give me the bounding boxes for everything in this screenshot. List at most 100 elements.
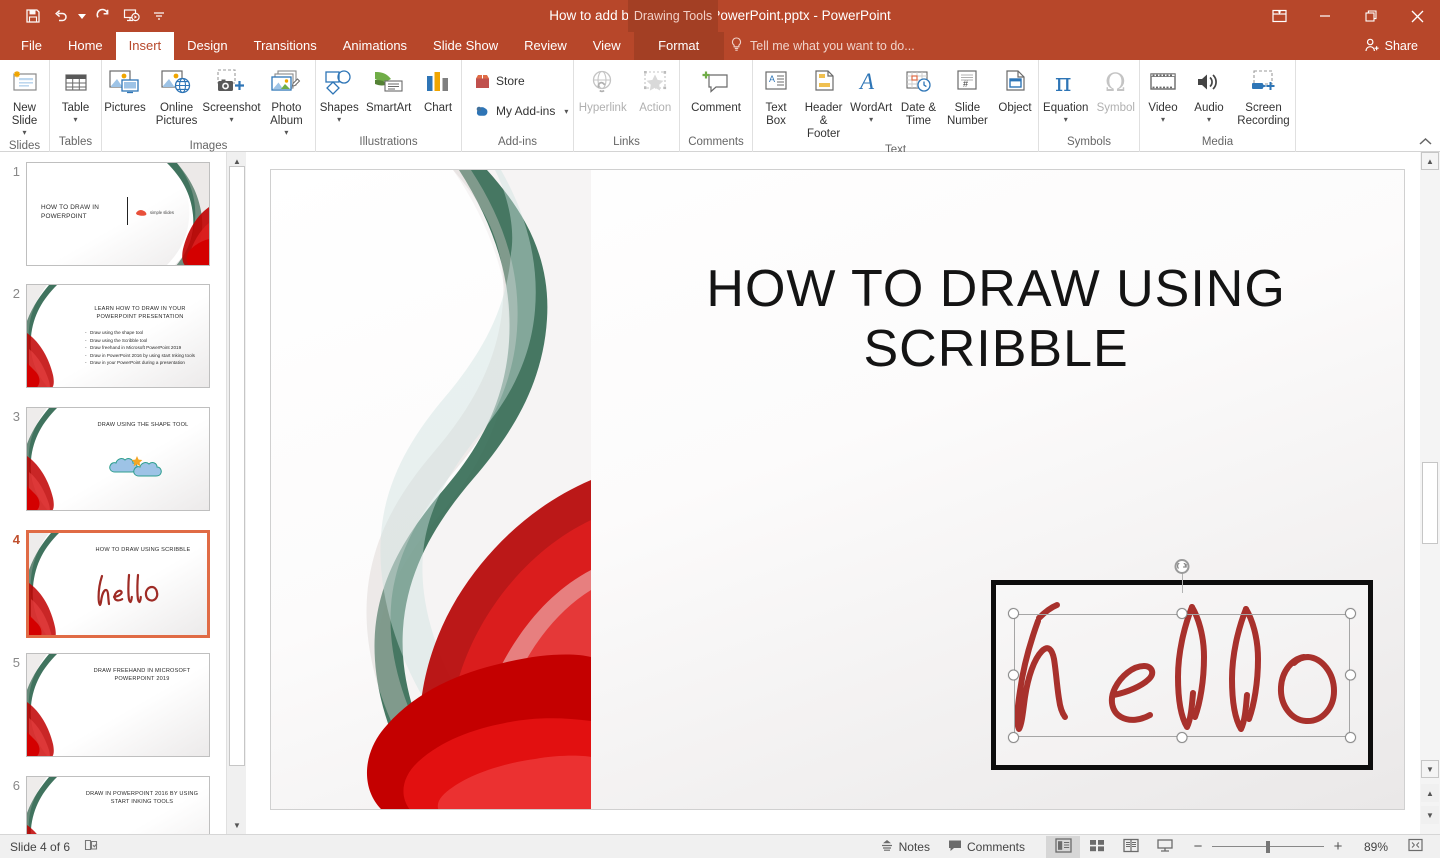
rotation-handle[interactable] — [1174, 559, 1190, 574]
resize-handle-bottom-left[interactable] — [1008, 732, 1019, 743]
slide-sorter-button[interactable] — [1080, 836, 1114, 858]
resize-handle-bottom-right[interactable] — [1345, 732, 1356, 743]
table-button[interactable]: Table ▾ — [53, 64, 99, 124]
screenshot-button[interactable]: Screenshot ▾ — [202, 64, 261, 124]
tab-design[interactable]: Design — [174, 32, 240, 60]
chevron-down-icon[interactable]: ▾ — [22, 129, 26, 137]
scribble-textbox[interactable] — [991, 559, 1373, 770]
reading-view-button[interactable] — [1114, 836, 1148, 858]
tab-view[interactable]: View — [580, 32, 634, 60]
action-button[interactable]: Action — [632, 64, 678, 115]
notes-button[interactable]: Notes — [871, 835, 939, 858]
slide-number-button[interactable]: # Slide Number — [943, 64, 992, 128]
scrollbar-thumb[interactable] — [229, 166, 245, 766]
smartart-button[interactable]: SmartArt — [362, 64, 415, 115]
normal-view-button[interactable] — [1046, 835, 1080, 858]
tab-slide-show[interactable]: Slide Show — [420, 32, 511, 60]
share-button[interactable]: Share — [1357, 35, 1426, 57]
scroll-down-icon[interactable]: ▼ — [1421, 760, 1439, 778]
zoom-in-button[interactable]: + — [1332, 838, 1344, 855]
thumbnail-scrollbar[interactable]: ▲ ▼ — [226, 152, 246, 834]
comments-button[interactable]: Comments — [939, 835, 1034, 858]
thumbnail-slide-5[interactable]: 5 DRAW FREEHAND IN MICROSOFT POWERPOINT … — [0, 653, 226, 757]
chevron-down-icon[interactable]: ▾ — [229, 116, 233, 124]
chevron-down-icon[interactable]: ▾ — [1207, 116, 1211, 124]
equation-button[interactable]: π Equation ▾ — [1039, 64, 1092, 124]
chevron-down-icon[interactable]: ▾ — [564, 107, 568, 116]
store-button[interactable]: Store — [470, 68, 529, 94]
symbol-button[interactable]: Ω Symbol — [1093, 64, 1139, 115]
header-footer-button[interactable]: Header & Footer — [799, 64, 848, 141]
scroll-up-icon[interactable]: ▲ — [1421, 152, 1439, 170]
zoom-level[interactable]: 89% — [1352, 840, 1388, 854]
date-time-button[interactable]: Date & Time — [894, 64, 943, 128]
pictures-button[interactable]: Pictures — [102, 64, 148, 115]
screen-recording-button[interactable]: Screen Recording — [1232, 64, 1295, 128]
customize-qat-icon[interactable] — [146, 3, 172, 29]
next-slide-icon[interactable]: ▼ — [1421, 806, 1439, 824]
tab-file[interactable]: File — [8, 32, 55, 60]
resize-handle-top-right[interactable] — [1345, 608, 1356, 619]
slide-thumbnail-pane[interactable]: 1 HOW TO DRAW IN POWERPOINT simple slide… — [0, 152, 226, 834]
photo-album-button[interactable]: Photo Album ▾ — [258, 64, 315, 137]
tab-insert[interactable]: Insert — [115, 32, 175, 60]
resize-handle-bottom-center[interactable] — [1176, 732, 1188, 743]
comment-button[interactable]: Comment — [687, 64, 745, 115]
undo-dropdown-icon[interactable] — [76, 3, 88, 29]
object-button[interactable]: Object — [992, 64, 1038, 115]
resize-handle-top-center[interactable] — [1176, 608, 1188, 619]
chevron-down-icon[interactable]: ▾ — [337, 116, 341, 124]
tab-animations[interactable]: Animations — [330, 32, 420, 60]
resize-handle-middle-right[interactable] — [1345, 669, 1356, 681]
slide-title[interactable]: HOW TO DRAW USING SCRIBBLE — [634, 259, 1359, 379]
text-box-button[interactable]: A Text Box — [753, 64, 799, 128]
tab-review[interactable]: Review — [511, 32, 580, 60]
chevron-down-icon[interactable]: ▾ — [284, 129, 288, 137]
collapse-ribbon-icon[interactable] — [1419, 135, 1432, 149]
shapes-button[interactable]: Shapes ▾ — [316, 64, 362, 124]
fit-to-window-button[interactable] — [1398, 836, 1432, 858]
chevron-down-icon[interactable]: ▾ — [1064, 116, 1068, 124]
resize-handle-top-left[interactable] — [1008, 608, 1019, 619]
zoom-out-button[interactable]: − — [1192, 838, 1204, 855]
scrollbar-thumb[interactable] — [1422, 462, 1438, 544]
resize-handle-middle-left[interactable] — [1008, 669, 1019, 681]
slide-show-button[interactable] — [1148, 836, 1182, 858]
thumbnail-slide-6[interactable]: 6 DRAW IN POWERPOINT 2016 BY USING START… — [0, 776, 226, 834]
chevron-down-icon[interactable]: ▾ — [869, 116, 873, 124]
thumbnail-slide-1[interactable]: 1 HOW TO DRAW IN POWERPOINT simple slide… — [0, 162, 226, 266]
current-slide-canvas[interactable]: HOW TO DRAW USING SCRIBBLE — [270, 169, 1405, 810]
restore-icon[interactable] — [1348, 0, 1394, 32]
ribbon-display-options-icon[interactable] — [1256, 0, 1302, 32]
video-button[interactable]: Video ▾ — [1140, 64, 1186, 124]
slide-indicator[interactable]: Slide 4 of 6 — [10, 840, 70, 854]
redo-icon[interactable] — [90, 3, 116, 29]
chevron-down-icon[interactable]: ▾ — [73, 116, 77, 124]
online-pictures-button[interactable]: Online Pictures — [148, 64, 205, 128]
start-from-beginning-icon[interactable] — [118, 3, 144, 29]
wordart-button[interactable]: A WordArt ▾ — [848, 64, 894, 124]
tab-format[interactable]: Format — [633, 32, 724, 60]
tell-me-search[interactable]: Tell me what you want to do... — [730, 32, 915, 60]
undo-icon[interactable] — [48, 3, 74, 29]
zoom-slider-knob[interactable] — [1266, 840, 1270, 853]
chart-button[interactable]: Chart — [415, 64, 461, 115]
accessibility-icon[interactable] — [84, 838, 99, 855]
my-addins-button[interactable]: My Add-ins ▾ — [470, 98, 572, 124]
tab-transitions[interactable]: Transitions — [241, 32, 330, 60]
chevron-down-icon[interactable]: ▾ — [1161, 116, 1165, 124]
thumbnail-slide-3[interactable]: 3 DRAW USING THE SHAPE TOOL — [0, 407, 226, 511]
save-icon[interactable] — [20, 3, 46, 29]
slide-pane-scrollbar[interactable]: ▲ ▼ ▲ ▼ — [1420, 152, 1440, 834]
minimize-icon[interactable] — [1302, 0, 1348, 32]
zoom-slider[interactable] — [1212, 840, 1324, 853]
audio-button[interactable]: Audio ▾ — [1186, 64, 1232, 124]
new-slide-button[interactable]: New Slide ▾ — [0, 64, 49, 137]
previous-slide-icon[interactable]: ▲ — [1421, 784, 1439, 802]
tab-home[interactable]: Home — [55, 32, 116, 60]
close-icon[interactable] — [1394, 0, 1440, 32]
thumbnail-slide-2[interactable]: 2 LEARN HOW TO DRAW IN YOUR POWERPOINT P… — [0, 284, 226, 388]
thumbnail-slide-4[interactable]: 4 HOW TO DRAW USING SCRIBBLE — [0, 530, 226, 638]
hyperlink-button[interactable]: Hyperlink — [575, 64, 631, 115]
scroll-down-icon[interactable]: ▼ — [228, 816, 246, 834]
